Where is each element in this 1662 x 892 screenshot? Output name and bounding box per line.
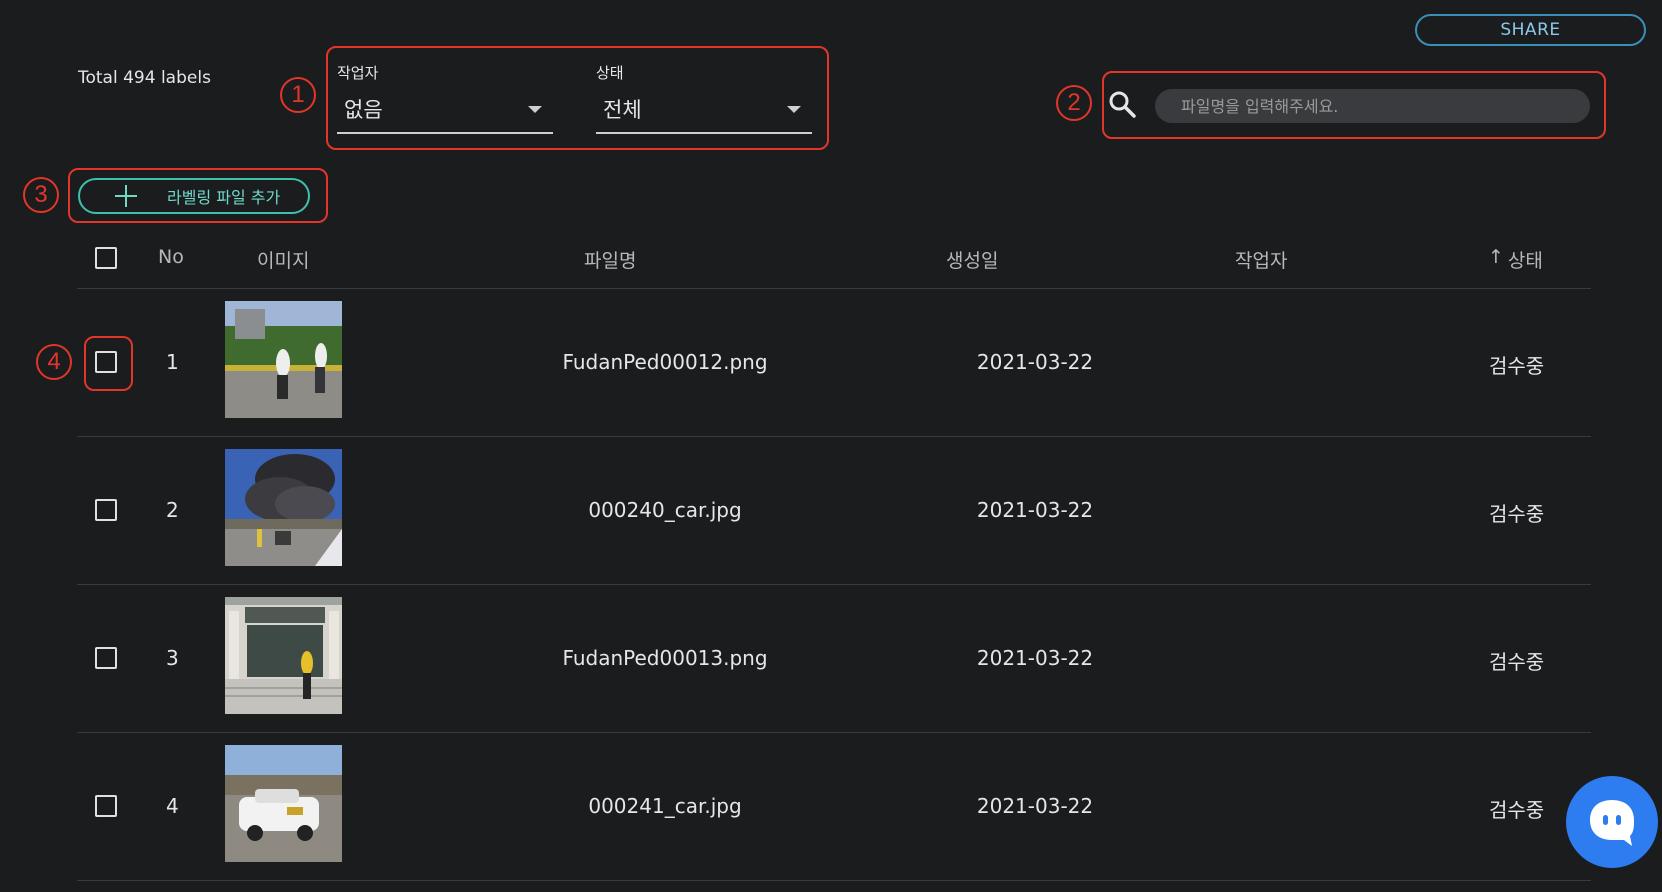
status-filter-underline [596, 132, 812, 134]
row-created-date: 2021-03-22 [976, 498, 1094, 522]
thumbnail-smoke-road[interactable] [225, 449, 342, 566]
annotation-marker-2: 2 [1056, 85, 1092, 121]
annotation-marker-1: 1 [280, 77, 316, 113]
row-status: 검수중 [1489, 502, 1545, 526]
worker-filter-label: 작업자 [337, 64, 379, 82]
column-header-image[interactable]: 이미지 [257, 246, 309, 273]
row-checkbox[interactable] [95, 647, 117, 669]
table-row[interactable]: 2 000240_car.jpg 2021-03-22 검수중 [77, 437, 1591, 584]
table-row[interactable]: 1 FudanPed00012.png 2021-03-22 검수중 [77, 289, 1591, 436]
annotation-marker-4: 4 [36, 344, 72, 380]
row-filename: FudanPed00013.png [562, 646, 768, 670]
column-header-created[interactable]: 생성일 [946, 246, 998, 273]
add-labeling-file-label: 라벨링 파일 추가 [167, 188, 281, 207]
share-button[interactable]: SHARE [1415, 14, 1646, 46]
column-header-filename[interactable]: 파일명 [584, 246, 636, 273]
status-filter-value: 전체 [603, 98, 642, 122]
search-icon[interactable] [1107, 89, 1137, 119]
thumbnail-building-pedestrian[interactable] [225, 597, 342, 714]
plus-icon [115, 185, 137, 207]
sort-arrow-up-icon: ↑ [1488, 246, 1504, 268]
row-status: 검수중 [1489, 798, 1545, 822]
row-no: 1 [166, 350, 179, 374]
thumbnail-pedestrians-street[interactable] [225, 301, 342, 418]
row-created-date: 2021-03-22 [976, 350, 1094, 374]
row-filename: 000241_car.jpg [588, 794, 742, 818]
status-filter-label: 상태 [596, 64, 624, 82]
row-checkbox[interactable] [95, 795, 117, 817]
row-filename: FudanPed00012.png [562, 350, 768, 374]
row-checkbox[interactable] [95, 499, 117, 521]
table-row[interactable]: 3 FudanPed00013.png 2021-03-22 검수중 [77, 585, 1591, 732]
total-labels-count: Total 494 labels [78, 68, 211, 88]
row-no: 3 [166, 646, 179, 670]
row-divider [77, 880, 1591, 881]
chevron-down-icon [528, 106, 542, 113]
row-created-date: 2021-03-22 [976, 646, 1094, 670]
table-row[interactable]: 4 000241_car.jpg 2021-03-22 검수중 [77, 733, 1591, 880]
worker-filter-select[interactable]: 없음 [337, 88, 553, 136]
column-header-status-label: 상태 [1507, 250, 1543, 272]
add-labeling-file-button[interactable]: 라벨링 파일 추가 [78, 178, 310, 214]
select-all-checkbox[interactable] [95, 247, 117, 269]
worker-filter-underline [337, 132, 553, 134]
row-status: 검수중 [1489, 650, 1545, 674]
thumbnail-police-car[interactable] [225, 745, 342, 862]
status-filter-select[interactable]: 전체 [596, 88, 812, 136]
row-created-date: 2021-03-22 [976, 794, 1094, 818]
worker-filter-value: 없음 [344, 98, 383, 122]
row-no: 2 [166, 498, 179, 522]
chat-bubble-icon [1590, 800, 1634, 846]
chat-button[interactable] [1566, 776, 1658, 868]
row-filename: 000240_car.jpg [588, 498, 742, 522]
column-header-status[interactable]: ↑ 상태 [1488, 246, 1543, 273]
column-header-worker[interactable]: 작업자 [1235, 246, 1287, 273]
row-status: 검수중 [1489, 354, 1545, 378]
row-no: 4 [166, 794, 179, 818]
annotation-marker-3: 3 [23, 177, 59, 213]
search-input[interactable] [1155, 89, 1590, 123]
row-checkbox[interactable] [95, 351, 117, 373]
column-header-no[interactable]: No [158, 246, 184, 268]
chevron-down-icon [787, 106, 801, 113]
